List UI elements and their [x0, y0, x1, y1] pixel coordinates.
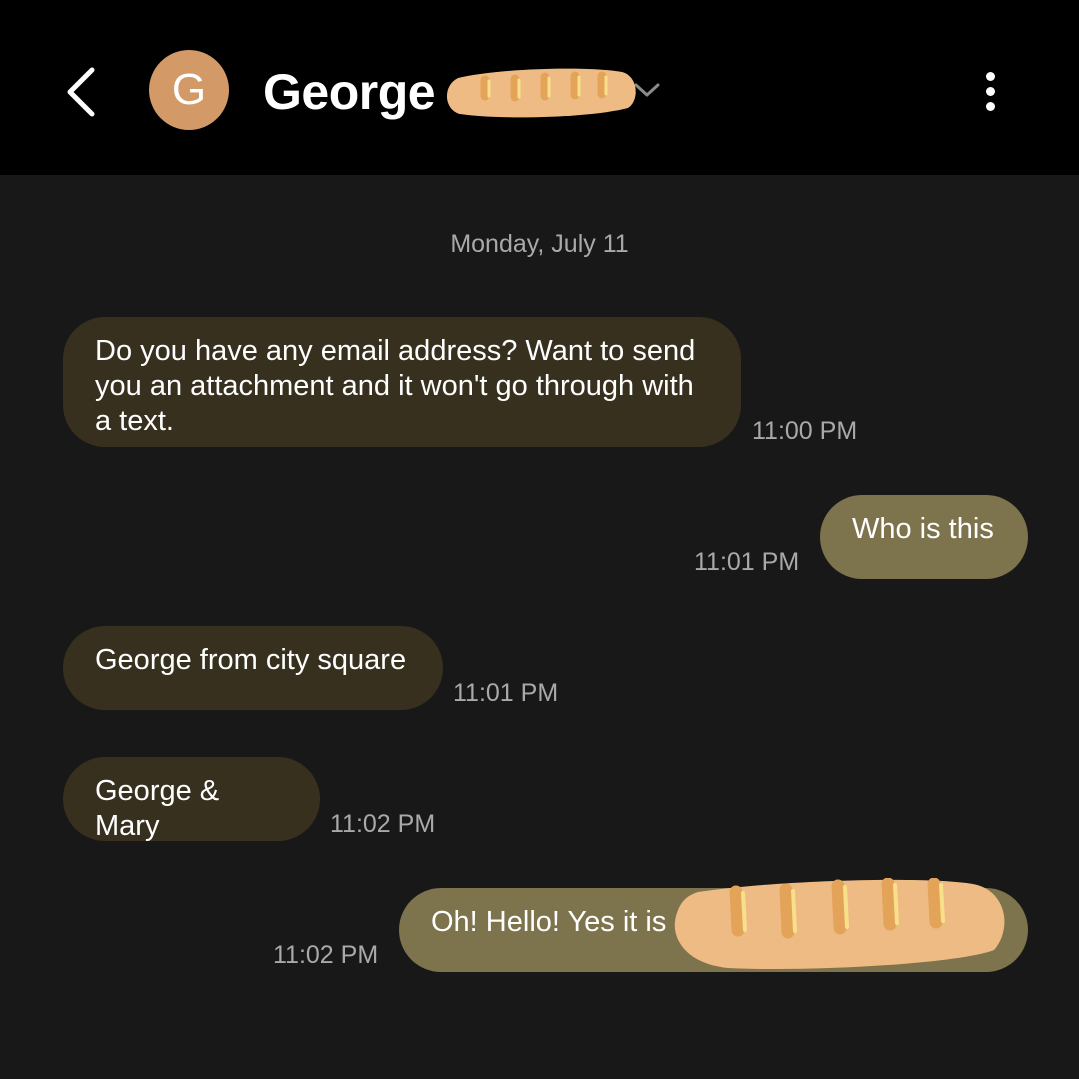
- message-bubble-outgoing[interactable]: Who is this: [820, 495, 1028, 579]
- bread-redaction-sticker: [674, 878, 1005, 970]
- message-timestamp: 11:01 PM: [694, 548, 800, 576]
- message-timestamp: 11:02 PM: [273, 941, 379, 969]
- more-vertical-icon-dot: [985, 72, 995, 81]
- message-text: George & Mary: [95, 775, 220, 842]
- back-button[interactable]: [58, 62, 108, 122]
- date-separator: Monday, July 11: [450, 230, 629, 258]
- message-bubble-incoming[interactable]: Do you have any email address? Want to s…: [63, 317, 741, 447]
- avatar[interactable]: G: [149, 50, 229, 130]
- message-timestamp: 11:02 PM: [330, 810, 436, 838]
- more-vertical-icon-dot: [985, 87, 995, 96]
- message-timestamp: 11:00 PM: [752, 417, 858, 445]
- conversation-screen: G George Monday, July 11 Do you have any…: [0, 0, 1079, 1079]
- message-text: George from city square: [95, 644, 407, 676]
- more-vertical-icon-dot: [985, 102, 995, 111]
- message-bubble-incoming[interactable]: George from city square: [63, 626, 443, 710]
- bread-redaction-sticker: [446, 68, 636, 118]
- contact-name[interactable]: George: [263, 58, 436, 126]
- message-timestamp: 11:01 PM: [453, 679, 559, 707]
- message-bubble-incoming[interactable]: George & Mary: [63, 757, 320, 842]
- more-options-button[interactable]: [970, 66, 1010, 118]
- message-text: Oh! Hello! Yes it is: [431, 906, 667, 938]
- message-text: Do you have any email address? Want to s…: [95, 335, 696, 437]
- conversation-header: G George: [0, 0, 1079, 175]
- chevron-left-icon: [67, 67, 95, 117]
- message-text: Who is this: [852, 513, 994, 545]
